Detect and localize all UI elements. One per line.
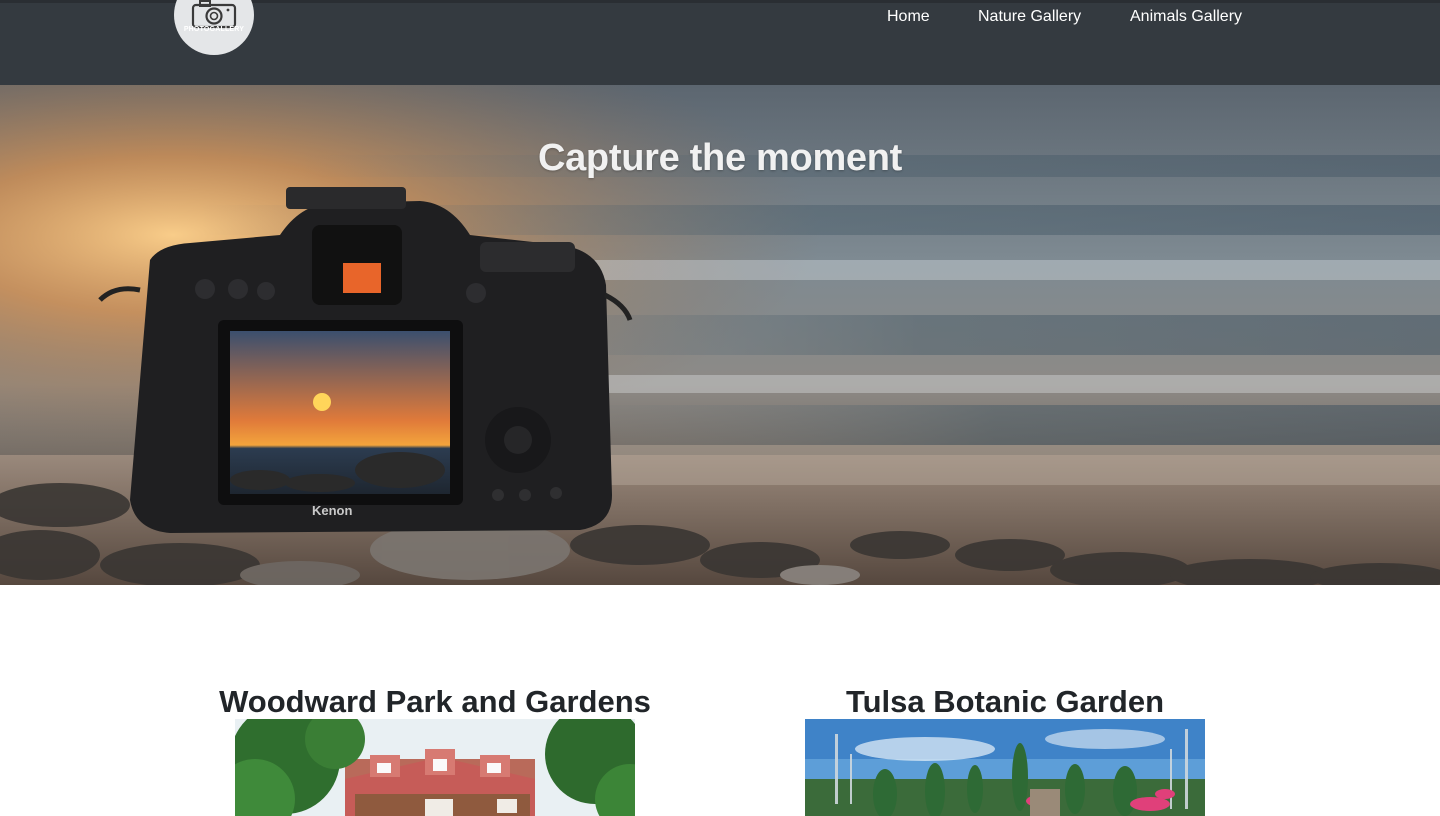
navbar: PHOTOGALLERY Home Nature Gallery Animals… <box>0 0 1440 85</box>
nav-animals-gallery-link[interactable]: Animals Gallery <box>1130 7 1242 27</box>
woodward-park-image[interactable] <box>235 719 635 816</box>
woodward-park-photo <box>235 719 635 816</box>
card-title-tulsa-botanic: Tulsa Botanic Garden <box>845 683 1165 719</box>
camera-brand-text: Kenon <box>312 503 353 518</box>
hero-banner: Kenon Capture the moment <box>0 85 1440 585</box>
card-title-woodward-park: Woodward Park and Gardens <box>219 683 651 719</box>
nav-nature-gallery-link[interactable]: Nature Gallery <box>978 7 1081 27</box>
tulsa-botanic-photo <box>805 719 1205 816</box>
main-nav: Home Nature Gallery Animals Gallery <box>0 7 1440 29</box>
tulsa-botanic-image[interactable] <box>805 719 1205 816</box>
nav-home-link[interactable]: Home <box>887 7 930 27</box>
hero-title: Capture the moment <box>537 137 903 180</box>
